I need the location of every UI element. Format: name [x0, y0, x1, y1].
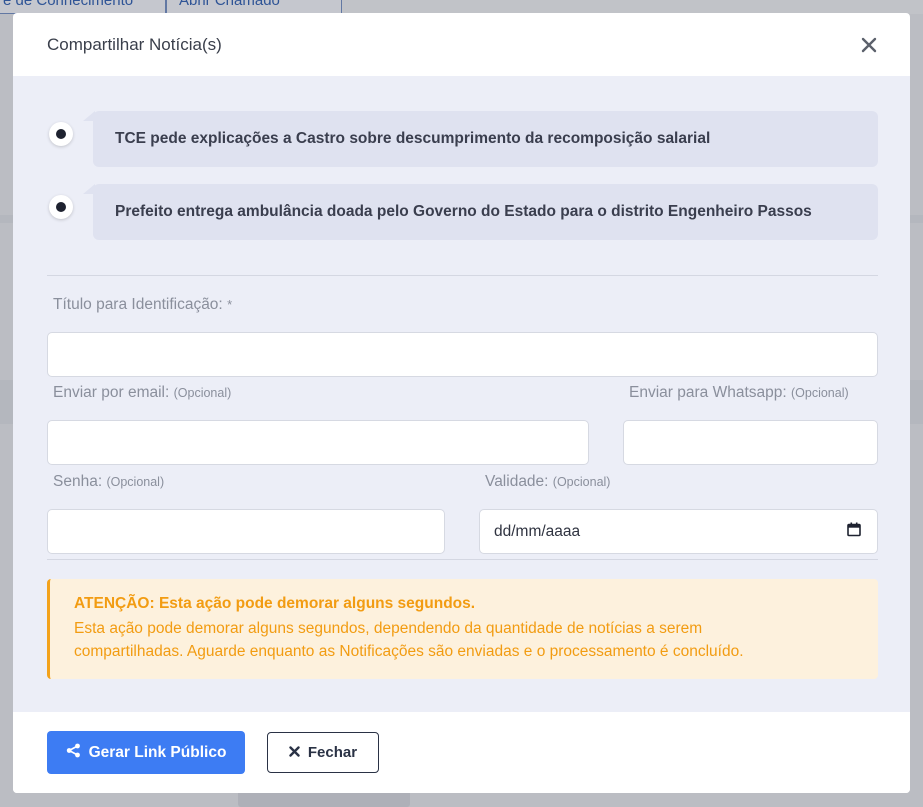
close-button-label: Fechar	[307, 744, 358, 761]
password-input[interactable]	[47, 509, 445, 554]
share-news-modal: Compartilhar Notícia(s) TCE pede explica…	[13, 13, 910, 793]
validity-label-text: Validade:	[485, 473, 549, 490]
generate-public-link-label: Gerar Link Público	[88, 743, 227, 761]
modal-header: Compartilhar Notícia(s)	[13, 13, 910, 76]
news-radio[interactable]	[49, 195, 73, 219]
modal-title: Compartilhar Notícia(s)	[47, 34, 222, 54]
alert-text: Esta ação pode demorar alguns segundos, …	[74, 620, 744, 660]
close-icon[interactable]	[858, 34, 880, 56]
divider	[47, 559, 878, 560]
title-field-label: Título para Identificação: *	[53, 296, 232, 314]
email-label-text: Enviar por email:	[53, 384, 170, 401]
close-x-icon	[289, 744, 300, 761]
email-field-label: Enviar por email: (Opcional)	[53, 384, 231, 402]
whatsapp-field-label: Enviar para Whatsapp: (Opcional)	[629, 384, 849, 402]
news-item: TCE pede explicações a Castro sobre desc…	[47, 111, 878, 167]
optional-marker: (Opcional)	[552, 475, 611, 489]
news-item: Prefeito entrega ambulância doada pelo G…	[47, 184, 878, 240]
news-title: Prefeito entrega ambulância doada pelo G…	[83, 184, 878, 240]
validity-field-label: Validade: (Opcional)	[485, 473, 610, 491]
password-field-label: Senha: (Opcional)	[53, 473, 164, 491]
close-button[interactable]: Fechar	[267, 732, 379, 773]
password-label-text: Senha:	[53, 473, 103, 490]
news-radio[interactable]	[49, 122, 73, 146]
title-input[interactable]	[47, 332, 878, 377]
news-title: TCE pede explicações a Castro sobre desc…	[83, 111, 878, 167]
date-placeholder: dd/mm/aaaa	[494, 522, 581, 540]
optional-marker: (Opcional)	[106, 475, 165, 489]
modal-body: TCE pede explicações a Castro sobre desc…	[13, 76, 910, 712]
optional-marker: (Opcional)	[173, 386, 232, 400]
required-marker: *	[227, 297, 233, 312]
radio-dot	[56, 202, 66, 212]
divider	[47, 275, 878, 276]
optional-marker: (Opcional)	[790, 386, 849, 400]
share-icon	[66, 743, 81, 763]
whatsapp-label-text: Enviar para Whatsapp:	[629, 384, 787, 401]
modal-footer: Gerar Link Público Fechar	[13, 712, 910, 793]
email-input[interactable]	[47, 420, 589, 465]
validity-date-input[interactable]: dd/mm/aaaa	[479, 509, 878, 554]
calendar-icon[interactable]	[847, 522, 861, 542]
title-label-text: Título para Identificação:	[53, 296, 223, 313]
warning-alert: ATENÇÃO: Esta ação pode demorar alguns s…	[47, 579, 878, 679]
alert-title: ATENÇÃO: Esta ação pode demorar alguns s…	[74, 595, 476, 612]
whatsapp-input[interactable]	[623, 420, 878, 465]
generate-public-link-button[interactable]: Gerar Link Público	[47, 731, 245, 774]
radio-dot	[56, 129, 66, 139]
